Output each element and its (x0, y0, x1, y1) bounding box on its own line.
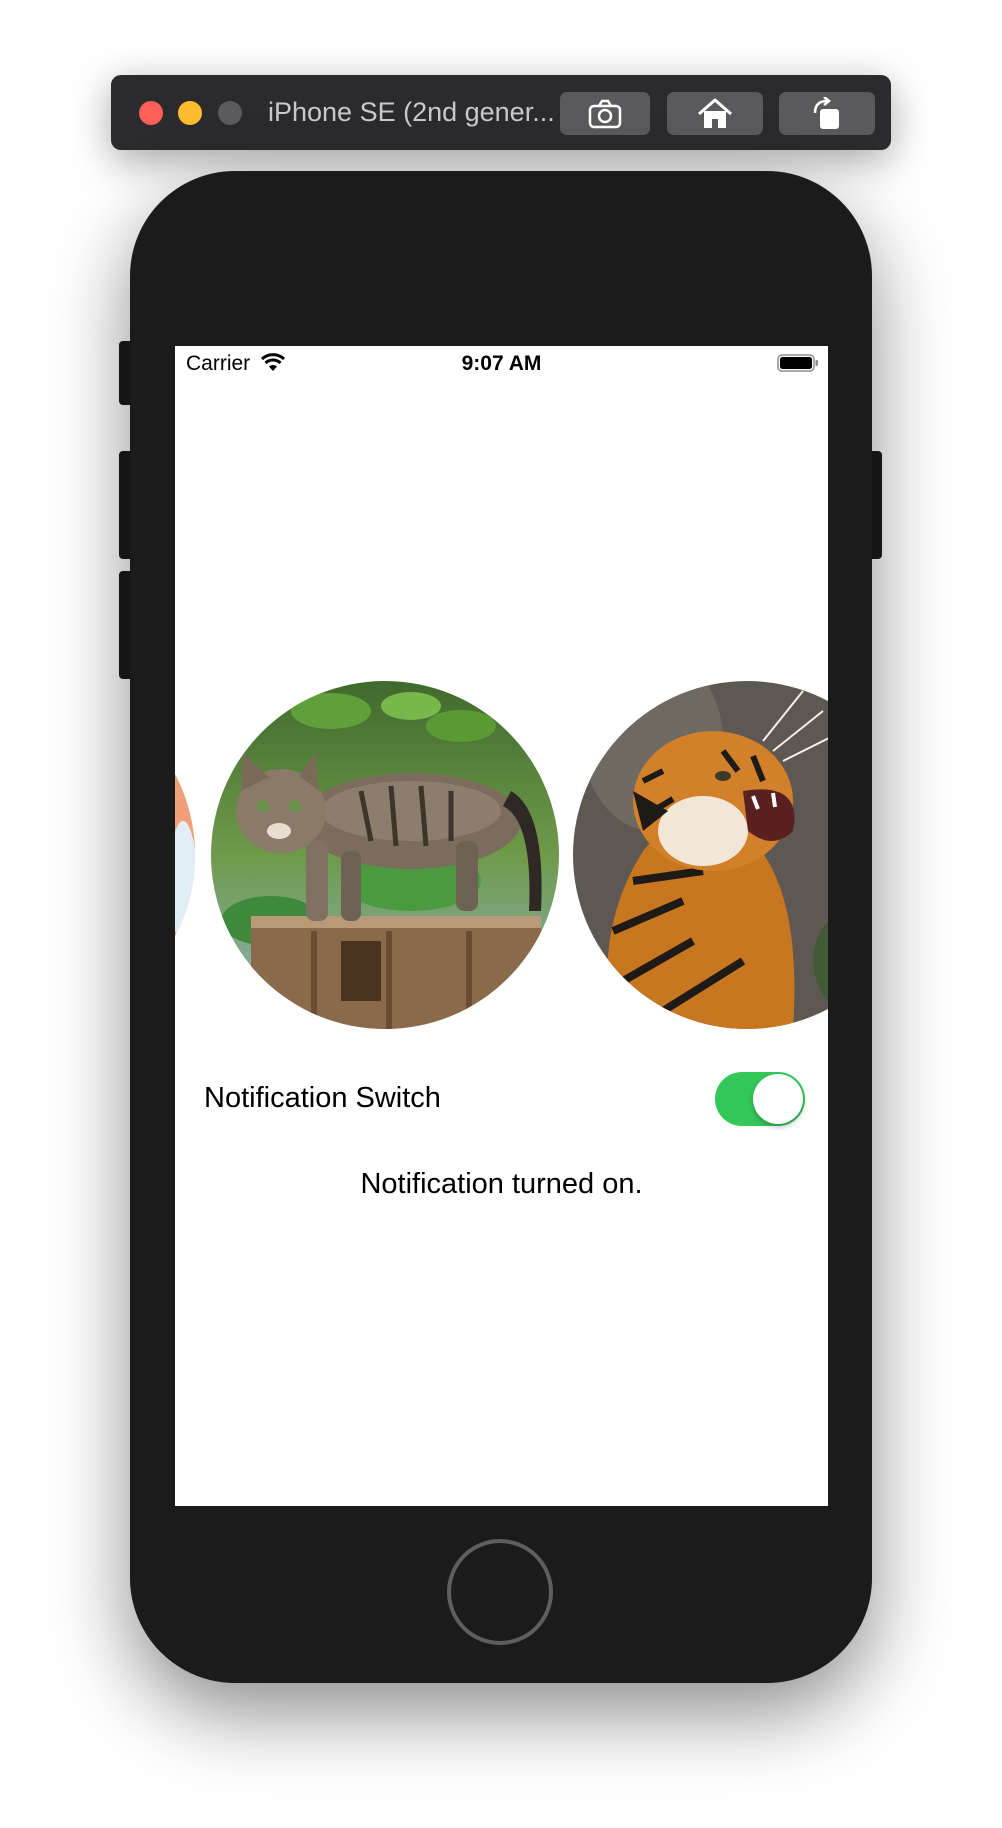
screenshot-button[interactable] (560, 92, 650, 135)
rotate-button[interactable] (779, 92, 875, 135)
simulator-stage: iPhone SE (2nd gener... Carrier 9:07 AM … (0, 0, 1002, 1828)
notification-toggle-switch[interactable] (715, 1072, 805, 1126)
home-button-toolbar[interactable] (667, 92, 763, 135)
close-window-button[interactable] (139, 101, 163, 125)
zoom-window-button[interactable] (218, 101, 242, 125)
simulator-title-bar: iPhone SE (2nd gener... (111, 75, 891, 150)
toggle-knob (753, 1074, 803, 1124)
notification-switch-label: Notification Switch (204, 1082, 441, 1114)
minimize-window-button[interactable] (178, 101, 202, 125)
status-time: 9:07 AM (461, 352, 542, 375)
battery-icon (777, 354, 818, 372)
device-home-button[interactable] (447, 1539, 553, 1645)
carousel-image-partial[interactable] (175, 681, 195, 1029)
simulator-title: iPhone SE (2nd gener... (268, 97, 555, 127)
notification-status-message: Notification turned on. (360, 1168, 643, 1200)
carousel-image-tiger[interactable] (573, 681, 828, 1029)
home-icon (698, 98, 732, 128)
camera-icon (588, 99, 622, 128)
image-carousel[interactable] (175, 681, 828, 1031)
device-screen: Carrier 9:07 AM Notification Switch Noti… (175, 346, 828, 1506)
carousel-image-cat[interactable] (211, 681, 559, 1029)
rotate-icon (813, 96, 839, 129)
status-bar: Carrier 9:07 AM (175, 346, 828, 382)
